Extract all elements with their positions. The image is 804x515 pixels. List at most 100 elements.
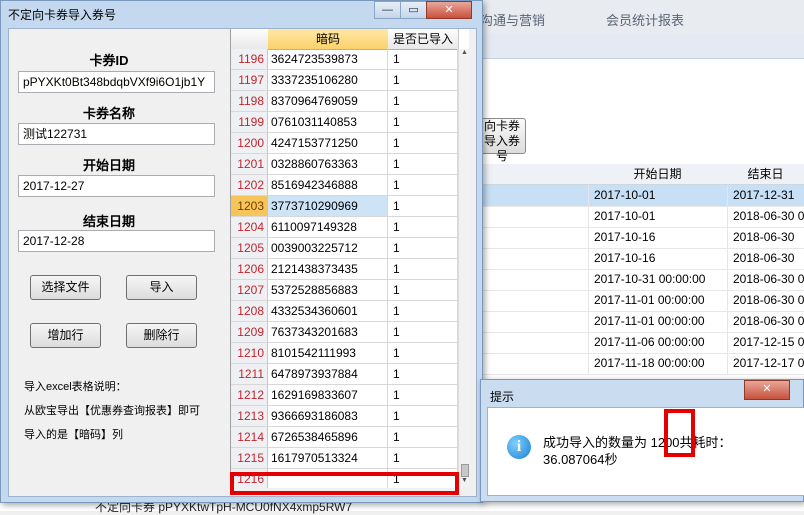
grid-row-number[interactable]: 1211 <box>231 364 268 385</box>
grid-cell-code[interactable]: 7637343201683 <box>268 322 388 343</box>
grid-cell-code[interactable]: 3773710290969 <box>268 196 388 217</box>
grid-row-number[interactable]: 1204 <box>231 217 268 238</box>
grid-row[interactable]: 1202 8516942346888 1 <box>231 175 469 196</box>
add-row-button[interactable]: 增加行 <box>30 323 101 348</box>
grid-corner-header[interactable] <box>231 29 269 50</box>
grid-cell-code[interactable]: 6726538465896 <box>268 427 388 448</box>
close-icon[interactable]: ✕ <box>426 1 472 19</box>
grid-cell-code[interactable]: 4247153771250 <box>268 133 388 154</box>
table-row[interactable]: 2017-11-01 00:00:00 2018-06-30 0 <box>480 290 804 312</box>
grid-row-number[interactable]: 1196 <box>231 49 268 70</box>
grid-row[interactable]: 1215 1617970513324 1 <box>231 448 469 469</box>
grid-cell-code[interactable]: 6110097149328 <box>268 217 388 238</box>
grid-row-number[interactable]: 1200 <box>231 133 268 154</box>
grid-cell-code[interactable]: 0039003225712 <box>268 238 388 259</box>
grid-row-number[interactable]: 1207 <box>231 280 268 301</box>
choose-file-button[interactable]: 选择文件 <box>30 275 101 300</box>
grid-row[interactable]: 1208 4332534360601 1 <box>231 301 469 322</box>
grid-cell-code[interactable]: 3624723539873 <box>268 49 388 70</box>
grid-cell-imported[interactable]: 1 <box>388 280 458 301</box>
grid-row[interactable]: 1209 7637343201683 1 <box>231 322 469 343</box>
grid-cell-code[interactable]: 0328860763363 <box>268 154 388 175</box>
grid-row-number[interactable]: 1198 <box>231 91 268 112</box>
grid-row[interactable]: 1198 8370964769059 1 <box>231 91 469 112</box>
grid-row[interactable]: 1199 0761031140853 1 <box>231 112 469 133</box>
grid-cell-code[interactable]: 5372528856883 <box>268 280 388 301</box>
grid-cell-imported[interactable]: 1 <box>388 70 458 91</box>
table-row[interactable]: 2017-10-01 2017-12-31 <box>480 185 804 207</box>
card-id-field[interactable]: pPYXKt0Bt348bdqbVXf9i6O1jb1Y <box>18 71 215 93</box>
grid-row-number[interactable]: 1206 <box>231 259 268 280</box>
grid-row-number[interactable]: 1197 <box>231 70 268 91</box>
grid-row[interactable]: 1205 0039003225712 1 <box>231 238 469 259</box>
grid-row[interactable]: 1206 2121438373435 1 <box>231 259 469 280</box>
delete-row-button[interactable]: 删除行 <box>126 323 197 348</box>
grid-header-imported[interactable]: 是否已导入 <box>388 29 459 50</box>
grid-cell-imported[interactable]: 1 <box>388 427 458 448</box>
tab-member-report[interactable]: 会员统计报表 <box>606 10 684 29</box>
grid-cell-imported[interactable]: 1 <box>388 217 458 238</box>
grid-row[interactable]: 1200 4247153771250 1 <box>231 133 469 154</box>
grid-cell-code[interactable]: 6478973937884 <box>268 364 388 385</box>
grid-cell-imported[interactable]: 1 <box>388 238 458 259</box>
grid-row[interactable]: 1212 1629169833607 1 <box>231 385 469 406</box>
grid-row-number[interactable]: 1214 <box>231 427 268 448</box>
grid-cell-code[interactable]: 2121438373435 <box>268 259 388 280</box>
grid-cell-imported[interactable]: 1 <box>388 343 458 364</box>
scroll-up-icon[interactable]: ▲ <box>460 49 469 59</box>
grid-row[interactable]: 1201 0328860763363 1 <box>231 154 469 175</box>
grid-row-number[interactable]: 1213 <box>231 406 268 427</box>
minimize-icon[interactable]: — <box>374 1 401 19</box>
grid-cell-code[interactable]: 0761031140853 <box>268 112 388 133</box>
table-row[interactable]: 2017-11-01 00:00:00 2018-06-30 0 <box>480 311 804 333</box>
grid-row-number[interactable]: 1212 <box>231 385 268 406</box>
grid-cell-imported[interactable]: 1 <box>388 322 458 343</box>
grid-cell-imported[interactable]: 1 <box>388 364 458 385</box>
grid-row[interactable]: 1213 9366693186083 1 <box>231 406 469 427</box>
grid-row[interactable]: 1214 6726538465896 1 <box>231 427 469 448</box>
grid-cell-imported[interactable]: 1 <box>388 175 458 196</box>
code-grid[interactable]: 暗码 是否已导入 1196 3624723539873 1 1197 333723510… <box>230 29 469 488</box>
grid-header-code[interactable]: 暗码 <box>268 29 389 50</box>
grid-cell-imported[interactable]: 1 <box>388 112 458 133</box>
scroll-down-icon[interactable]: ▼ <box>460 477 469 487</box>
grid-cell-imported[interactable]: 1 <box>388 301 458 322</box>
grid-cell-code[interactable]: 4332534360601 <box>268 301 388 322</box>
grid-row[interactable]: 1210 8101542111993 1 <box>231 343 469 364</box>
grid-row[interactable]: 1211 6478973937884 1 <box>231 364 469 385</box>
grid-cell-imported[interactable]: 1 <box>388 154 458 175</box>
grid-cell-imported[interactable]: 1 <box>388 49 458 70</box>
grid-cell-imported[interactable]: 1 <box>388 196 458 217</box>
grid-cell-code[interactable]: 3337235106280 <box>268 70 388 91</box>
card-name-field[interactable]: 测试122731 <box>18 123 215 145</box>
table-header-end-date[interactable]: 结束日 <box>727 164 804 185</box>
grid-row[interactable]: 1196 3624723539873 1 <box>231 49 469 70</box>
grid-cell-code[interactable]: 8516942346888 <box>268 175 388 196</box>
grid-cell-code[interactable]: 8101542111993 <box>268 343 388 364</box>
start-date-field[interactable]: 2017-12-27 <box>18 175 215 197</box>
grid-row-number[interactable]: 1209 <box>231 322 268 343</box>
scrollbar-thumb[interactable] <box>461 464 469 477</box>
grid-vertical-scrollbar[interactable]: ▲ ▼ <box>458 49 469 488</box>
table-row[interactable]: 2017-11-18 00:00:00 2017-12-17 0 <box>480 353 804 375</box>
grid-cell-imported[interactable]: 1 <box>388 133 458 154</box>
grid-cell-imported[interactable]: 1 <box>388 406 458 427</box>
grid-cell-code[interactable]: 1617970513324 <box>268 448 388 469</box>
table-row[interactable]: 2017-10-31 00:00:00 2018-06-30 0 <box>480 269 804 291</box>
grid-cell-code[interactable]: 8370964769059 <box>268 91 388 112</box>
grid-row-number[interactable]: 1201 <box>231 154 268 175</box>
grid-row-number[interactable]: 1205 <box>231 238 268 259</box>
grid-cell-imported[interactable]: 1 <box>388 385 458 406</box>
grid-row-number[interactable]: 1215 <box>231 448 268 469</box>
table-row[interactable]: 2017-10-01 2018-06-30 0 <box>480 206 804 228</box>
import-coupon-code-button[interactable]: 向卡券 导入券号 <box>478 118 526 163</box>
grid-row-number[interactable]: 1202 <box>231 175 268 196</box>
table-header-start-date[interactable]: 开始日期 <box>588 164 728 185</box>
grid-row[interactable]: 1197 3337235106280 1 <box>231 70 469 91</box>
import-button[interactable]: 导入 <box>126 275 197 300</box>
end-date-field[interactable]: 2017-12-28 <box>18 230 215 252</box>
grid-cell-code[interactable]: 1629169833607 <box>268 385 388 406</box>
grid-row[interactable]: 1204 6110097149328 1 <box>231 217 469 238</box>
grid-row-number[interactable]: 1210 <box>231 343 268 364</box>
grid-row[interactable]: 1203 3773710290969 1 <box>231 196 469 217</box>
